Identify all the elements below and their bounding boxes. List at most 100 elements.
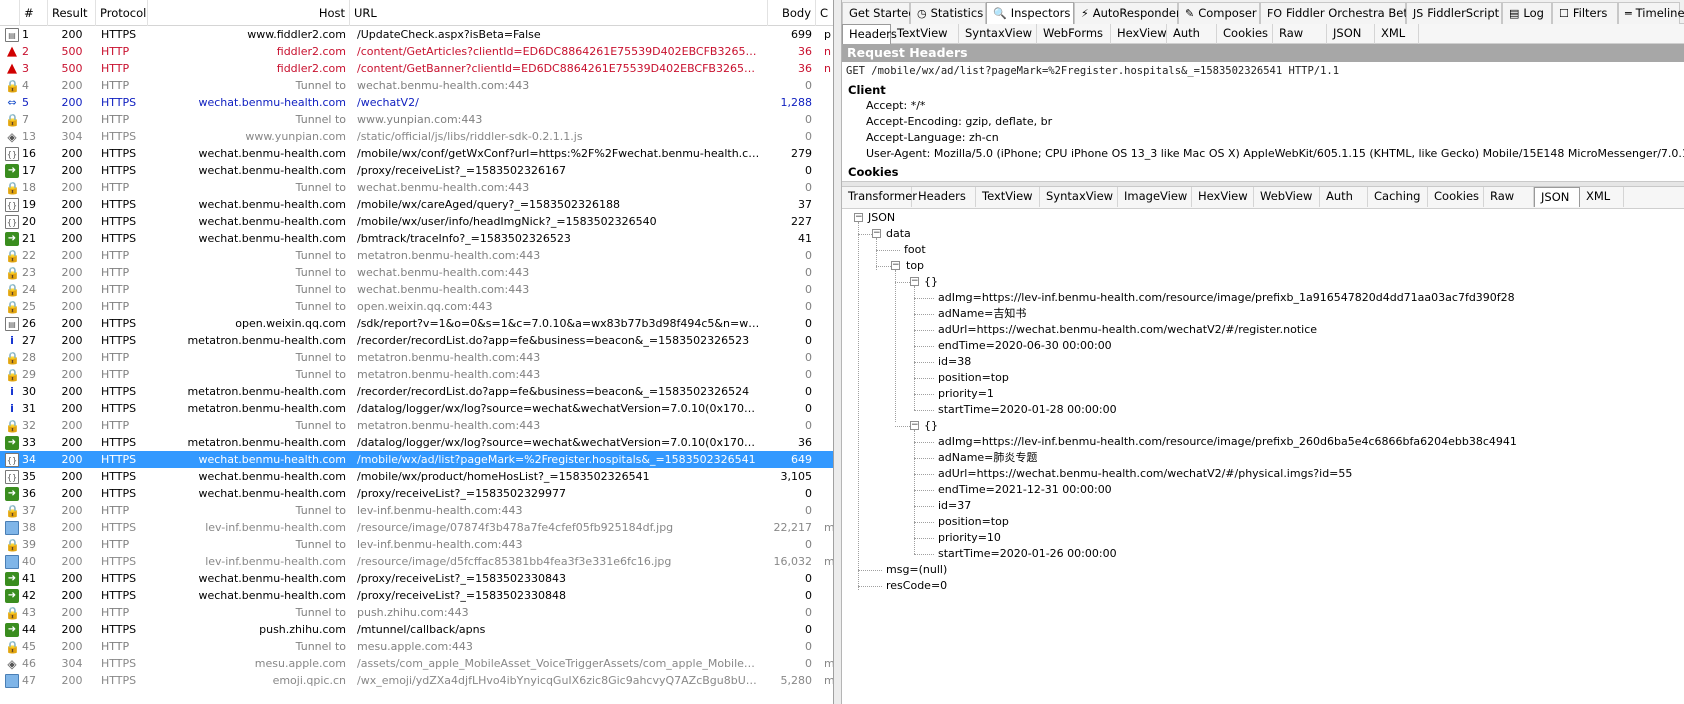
session-row[interactable]: 🔒 7 200 HTTP Tunnel to www.yunpian.com:443 0	[0, 111, 833, 128]
subtab-auth[interactable]: Auth	[1167, 24, 1217, 44]
session-row[interactable]: 🔒 39 200 HTTP Tunnel to lev-inf.benmu-health.…	[0, 536, 833, 553]
session-row[interactable]: ➜ 17 200 HTTPS wechat.benmu-health.com/proxy…	[0, 162, 833, 179]
json-field[interactable]: position=top	[938, 370, 1009, 386]
json-top-node[interactable]: top	[906, 258, 924, 274]
json-object-node[interactable]: {}	[924, 274, 938, 290]
session-row[interactable]: 🔒 24 200 HTTP Tunnel to wechat.benmu-health.c…	[0, 281, 833, 298]
subtab-webforms[interactable]: WebForms	[1037, 24, 1111, 44]
session-row[interactable]: ➜ 42 200 HTTPS wechat.benmu-health.com/proxy…	[0, 587, 833, 604]
session-row[interactable]: {} 35 200 HTTPS wechat.benmu-health.com/mobi…	[0, 468, 833, 485]
session-row[interactable]: 47 200 HTTPS emoji.qpic.cn/wx_emoji/ydZXa4d…	[0, 672, 833, 689]
header-line[interactable]: Accept-Encoding: gzip, deflate, br	[842, 114, 1684, 130]
json-field[interactable]: adUrl=https://wechat.benmu-health.com/we…	[938, 466, 1352, 482]
header-line[interactable]: Accept: */*	[842, 98, 1684, 114]
json-field[interactable]: id=37	[938, 498, 971, 514]
subtab-syntaxview[interactable]: SyntaxView	[1040, 187, 1118, 207]
session-row[interactable]: 🔒 4 200 HTTP Tunnel to wechat.benmu-health.co…	[0, 77, 833, 94]
subtab-syntaxview[interactable]: SyntaxView	[959, 24, 1037, 44]
collapse-toggle-icon[interactable]: −	[910, 421, 919, 430]
subtab-textview[interactable]: TextView	[976, 187, 1040, 207]
session-row[interactable]: ➜ 44 200 HTTPS push.zhihu.com/mtunnel/callba…	[0, 621, 833, 638]
session-row[interactable]: 🔒 28 200 HTTP Tunnel to metatron.benmu-health…	[0, 349, 833, 366]
json-object-node[interactable]: {}	[924, 418, 938, 434]
cookies-section-label[interactable]: Cookies	[842, 164, 1684, 180]
tab-fiddler-orchestra-beta[interactable]: FO Fiddler Orchestra Beta	[1260, 2, 1415, 24]
json-field[interactable]: endTime=2020-06-30 00:00:00	[938, 338, 1112, 354]
tab-autoresponder[interactable]: ⚡ AutoResponder	[1074, 2, 1181, 24]
subtab-headers[interactable]: Headers	[842, 24, 897, 44]
session-row[interactable]: ▲ 3 500 HTTP fiddler2.com/content/GetBanner?…	[0, 60, 833, 77]
tab-get-started[interactable]: Get Started	[842, 2, 916, 24]
subtab-webview[interactable]: WebView	[1254, 187, 1320, 207]
header-line[interactable]: Accept-Language: zh-cn	[842, 130, 1684, 146]
session-row[interactable]: i 30 200 HTTPS metatron.benmu-health.com/rec…	[0, 383, 833, 400]
session-list[interactable]: # Result Protocol Host URL Body C ▤ 1 200 H…	[0, 0, 834, 704]
session-row[interactable]: 🔒 29 200 HTTP Tunnel to metatron.benmu-health…	[0, 366, 833, 383]
session-row[interactable]: 🔒 45 200 HTTP Tunnel to mesu.apple.com:443 0	[0, 638, 833, 655]
session-row[interactable]: {} 19 200 HTTPS wechat.benmu-health.com/mobi…	[0, 196, 833, 213]
json-field[interactable]: position=top	[938, 514, 1009, 530]
json-rescode-node[interactable]: resCode=0	[886, 578, 947, 594]
session-row[interactable]: i 27 200 HTTPS metatron.benmu-health.com/rec…	[0, 332, 833, 349]
json-field[interactable]: adImg=https://lev-inf.benmu-health.com/r…	[938, 434, 1517, 450]
col-num[interactable]: #	[20, 0, 48, 26]
collapse-toggle-icon[interactable]: −	[910, 277, 919, 286]
subtab-cookies[interactable]: Cookies	[1217, 24, 1273, 44]
session-row[interactable]: ▤ 1 200 HTTPS www.fiddler2.com/UpdateCheck.a…	[0, 26, 833, 43]
subtab-hexview[interactable]: HexView	[1192, 187, 1254, 207]
json-root-node[interactable]: JSON	[868, 210, 895, 226]
col-result[interactable]: Result	[48, 0, 96, 26]
collapse-toggle-icon[interactable]: −	[891, 261, 900, 270]
subtab-raw[interactable]: Raw	[1484, 187, 1534, 207]
header-line[interactable]: User-Agent: Mozilla/5.0 (iPhone; CPU iPh…	[842, 146, 1684, 162]
session-row[interactable]: ▲ 2 500 HTTP fiddler2.com/content/GetArticle…	[0, 43, 833, 60]
json-field[interactable]: adName=肺炎专题	[938, 450, 1037, 466]
tab-statistics[interactable]: ◷ Statistics	[910, 2, 986, 24]
subtab-json[interactable]: JSON	[1327, 24, 1375, 44]
session-row[interactable]: ▤ 26 200 HTTPS open.weixin.qq.com/sdk/report…	[0, 315, 833, 332]
session-row[interactable]: i 31 200 HTTPS metatron.benmu-health.com/dat…	[0, 400, 833, 417]
json-field[interactable]: id=38	[938, 354, 971, 370]
col-content-type[interactable]: C	[816, 0, 833, 26]
client-section-label[interactable]: Client	[842, 82, 1684, 98]
subtab-hexview[interactable]: HexView	[1111, 24, 1167, 44]
session-row[interactable]: ➜ 41 200 HTTPS wechat.benmu-health.com/proxy…	[0, 570, 833, 587]
subtab-raw[interactable]: Raw	[1273, 24, 1327, 44]
subtab-textview[interactable]: TextView	[891, 24, 959, 44]
col-host[interactable]: Host	[148, 0, 350, 26]
collapse-toggle-icon[interactable]: −	[872, 229, 881, 238]
subtab-headers[interactable]: Headers	[912, 187, 976, 207]
session-row[interactable]: ➜ 36 200 HTTPS wechat.benmu-health.com/proxy…	[0, 485, 833, 502]
tab-log[interactable]: ▤ Log	[1502, 2, 1552, 24]
subtab-json[interactable]: JSON	[1534, 187, 1580, 207]
tab-timeline[interactable]: ═ Timeline	[1618, 2, 1684, 24]
session-row[interactable]: 🔒 43 200 HTTP Tunnel to push.zhihu.com:443 0	[0, 604, 833, 621]
json-field[interactable]: startTime=2020-01-28 00:00:00	[938, 402, 1117, 418]
json-field[interactable]: startTime=2020-01-26 00:00:00	[938, 546, 1117, 562]
subtab-auth[interactable]: Auth	[1320, 187, 1368, 207]
tab-composer[interactable]: ✎ Composer	[1178, 2, 1260, 24]
session-row[interactable]: {} 16 200 HTTPS wechat.benmu-health.com/mobi…	[0, 145, 833, 162]
collapse-toggle-icon[interactable]: −	[854, 213, 863, 222]
session-row[interactable]: ⇔ 5 200 HTTPS wechat.benmu-health.com/wechat…	[0, 94, 833, 111]
session-row[interactable]: 40 200 HTTPS lev-inf.benmu-health.com/resou…	[0, 553, 833, 570]
session-row[interactable]: ◈ 46 304 HTTPS mesu.apple.com/assets/com_app…	[0, 655, 833, 672]
subtab-cookies[interactable]: Cookies	[1428, 187, 1484, 207]
col-icon[interactable]	[0, 0, 20, 26]
subtab-xml[interactable]: XML	[1580, 187, 1624, 207]
session-row[interactable]: 🔒 23 200 HTTP Tunnel to wechat.benmu-health.c…	[0, 264, 833, 281]
subtab-transformer[interactable]: Transformer	[842, 187, 917, 207]
session-row[interactable]: 🔒 37 200 HTTP Tunnel to lev-inf.benmu-health.…	[0, 502, 833, 519]
subtab-caching[interactable]: Caching	[1368, 187, 1428, 207]
session-row[interactable]: {} 34 200 HTTPS wechat.benmu-health.com/mobi…	[0, 451, 833, 468]
session-row[interactable]: ➜ 21 200 HTTPS wechat.benmu-health.com/bmtra…	[0, 230, 833, 247]
tab-filters[interactable]: ☐ Filters	[1552, 2, 1618, 24]
col-protocol[interactable]: Protocol	[96, 0, 148, 26]
splitter[interactable]	[834, 0, 842, 704]
session-row[interactable]: 🔒 25 200 HTTP Tunnel to open.weixin.qq.com:44…	[0, 298, 833, 315]
session-row[interactable]: {} 20 200 HTTPS wechat.benmu-health.com/mobi…	[0, 213, 833, 230]
col-body[interactable]: Body	[768, 0, 816, 26]
json-foot-node[interactable]: foot	[904, 242, 926, 258]
session-row[interactable]: 🔒 32 200 HTTP Tunnel to metatron.benmu-health…	[0, 417, 833, 434]
json-field[interactable]: endTime=2021-12-31 00:00:00	[938, 482, 1112, 498]
